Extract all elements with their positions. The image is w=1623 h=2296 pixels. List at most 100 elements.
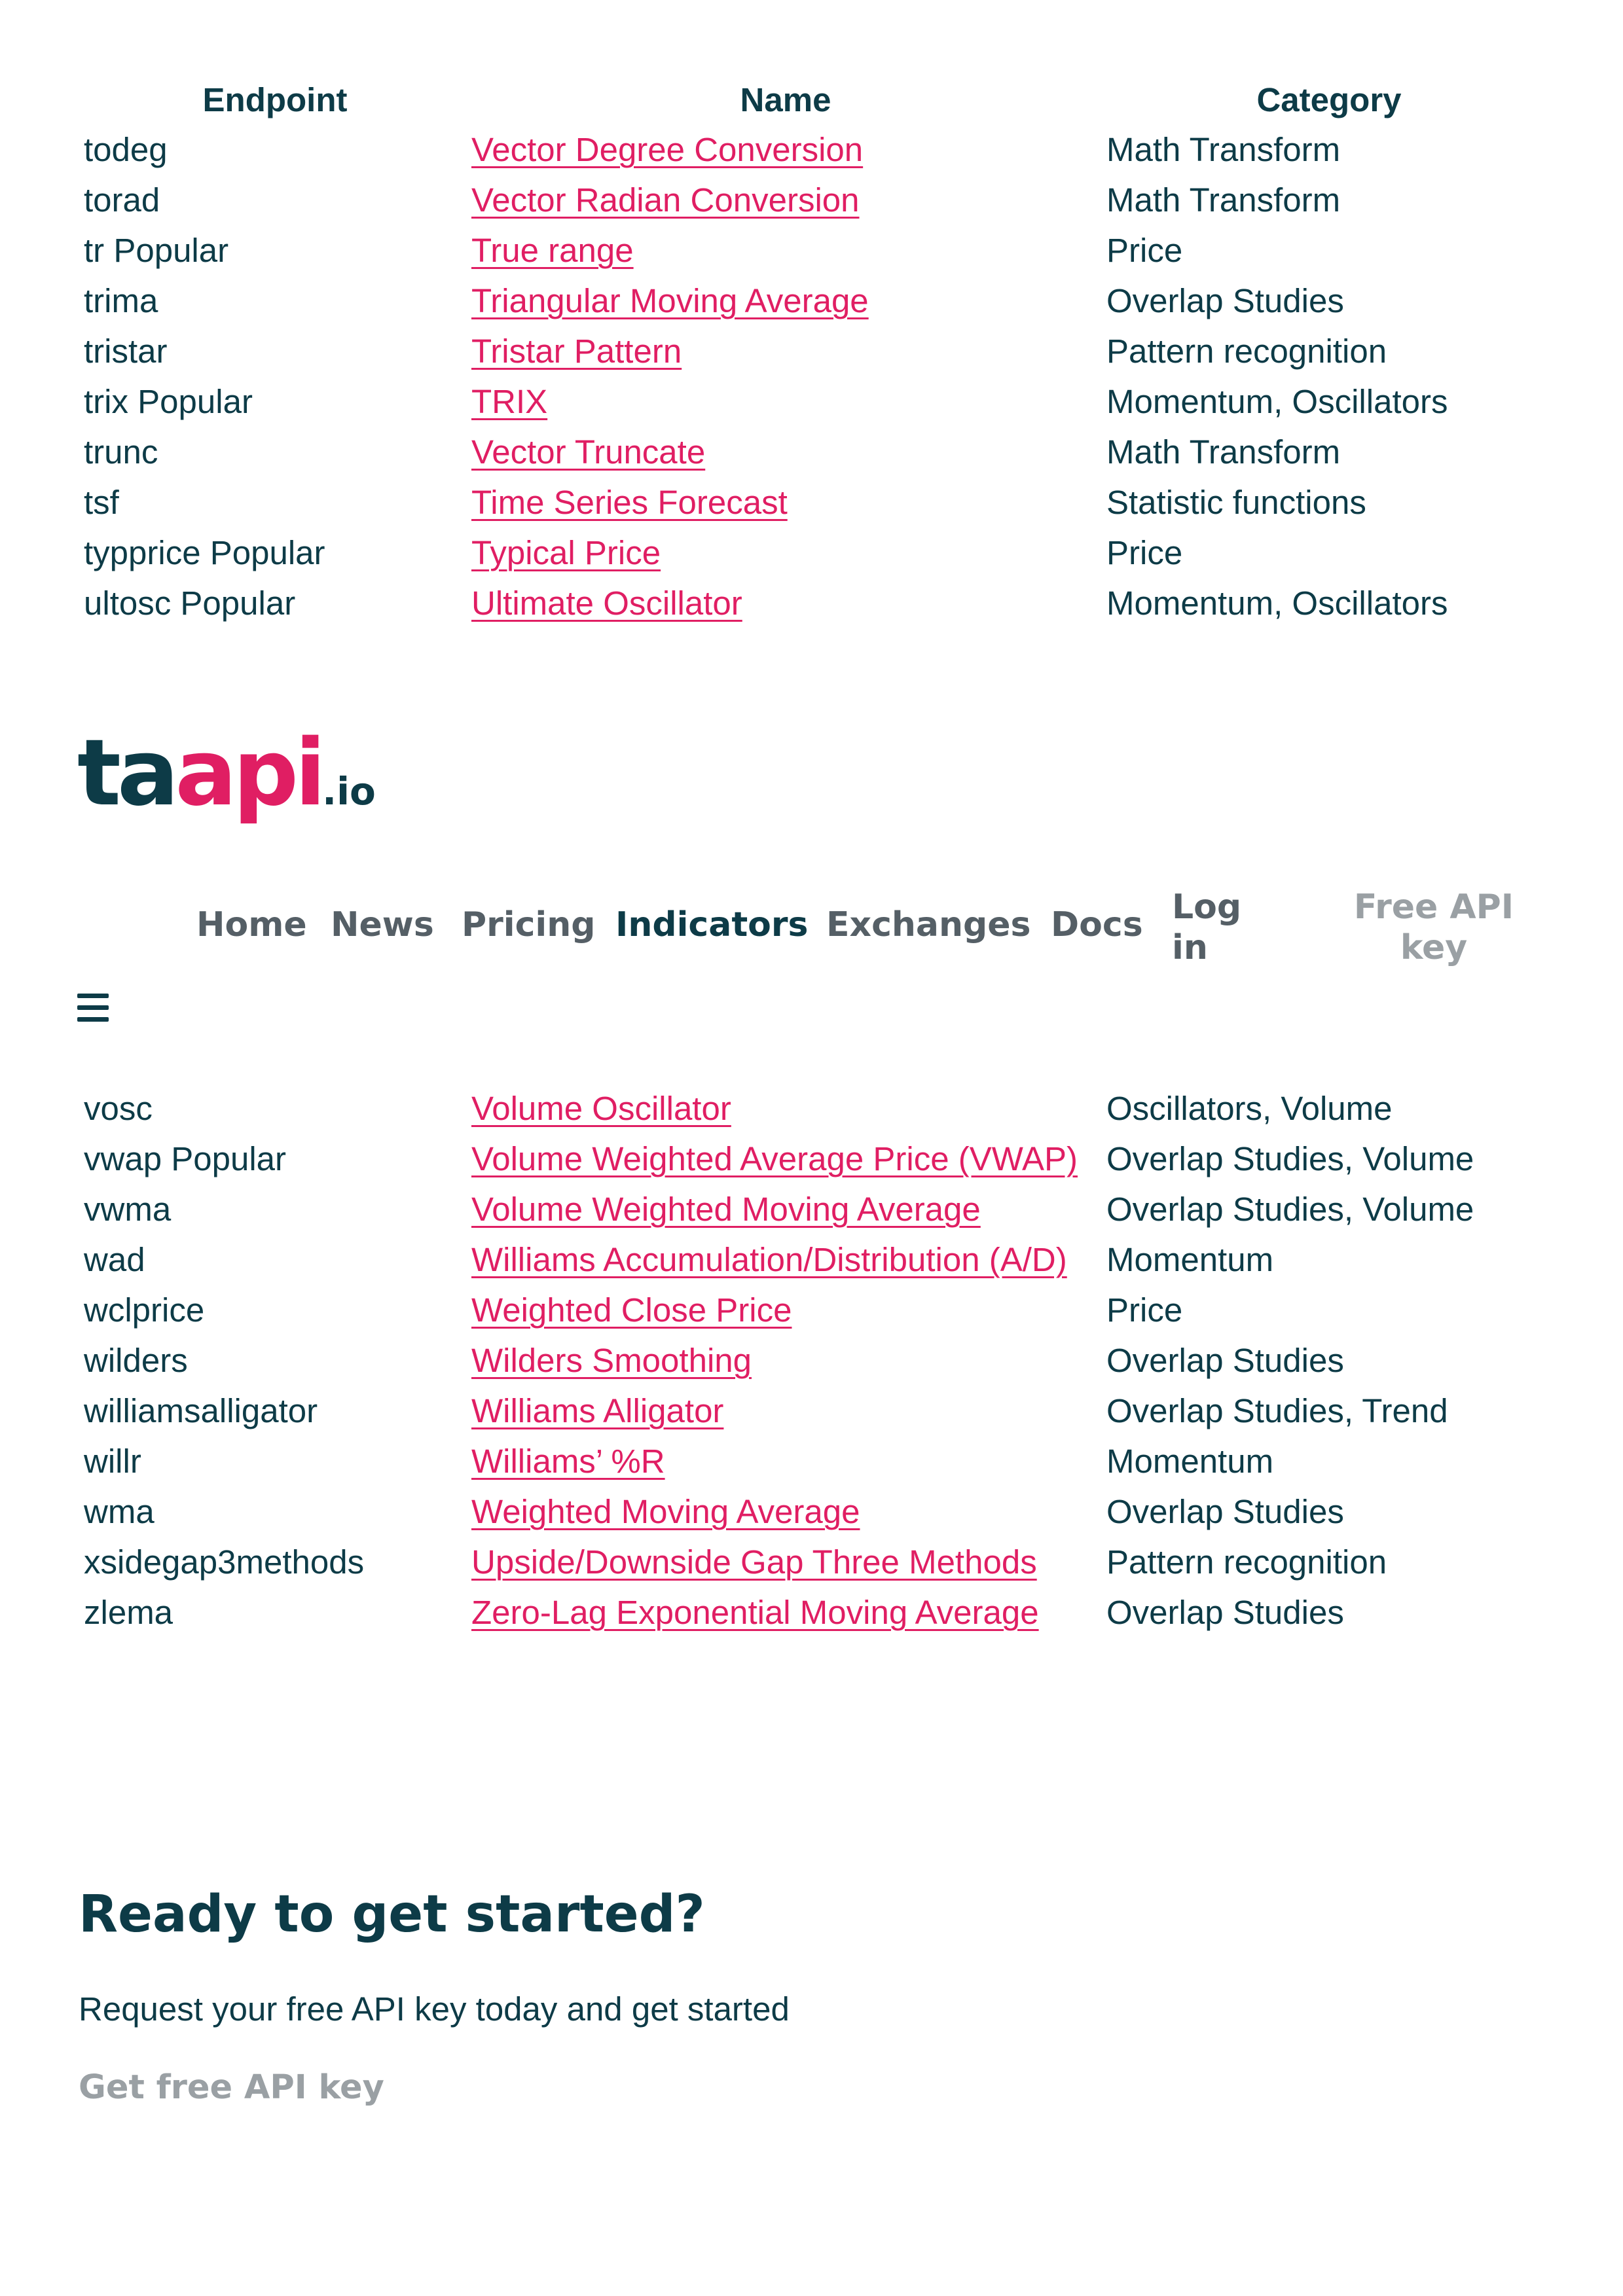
category-cell: Math Transform	[1106, 433, 1341, 471]
name-cell: Triangular Moving Average	[471, 276, 869, 326]
category-cell: Pattern recognition	[1106, 332, 1387, 370]
indicator-name-link[interactable]: Weighted Moving Average	[471, 1493, 860, 1530]
indicator-name-link[interactable]: Typical Price	[471, 534, 661, 571]
name-cell: Weighted Close Price	[471, 1285, 792, 1335]
category-cell: Pattern recognition	[1106, 1543, 1387, 1581]
table-row: tr Popular True range Price	[0, 225, 1623, 276]
indicator-name-link[interactable]: Vector Radian Conversion	[471, 181, 860, 219]
table-row: willr Williams’ %R Momentum	[0, 1436, 1623, 1486]
indicator-name-link[interactable]: Ultimate Oscillator	[471, 584, 742, 622]
name-cell: Williams Accumulation/Distribution (A/D)	[471, 1234, 1067, 1285]
name-cell: Zero-Lag Exponential Moving Average	[471, 1587, 1039, 1638]
indicator-name-link[interactable]: Williams’ %R	[471, 1443, 665, 1480]
nav-indicators[interactable]: Indicators	[615, 905, 809, 945]
endpoint-cell: tr Popular	[84, 232, 229, 269]
indicator-name-link[interactable]: Upside/Downside Gap Three Methods	[471, 1543, 1037, 1581]
nav-login-line2: in	[1172, 928, 1208, 967]
table-row: wilders Wilders Smoothing Overlap Studies	[0, 1335, 1623, 1386]
table-header-endpoint: Endpoint	[202, 81, 348, 118]
endpoint-cell: zlema	[84, 1594, 173, 1631]
indicator-name-link[interactable]: Triangular Moving Average	[471, 282, 869, 319]
indicator-name-link[interactable]: True range	[471, 232, 634, 269]
category-cell: Price	[1106, 1291, 1183, 1329]
get-free-api-key-link[interactable]: Get free API key	[79, 2068, 384, 2107]
cta-title: Ready to get started?	[79, 1885, 705, 1944]
endpoint-cell: tsf	[84, 484, 119, 521]
table-row: typprice Popular Typical Price Price	[0, 528, 1623, 578]
indicator-name-link[interactable]: Volume Oscillator	[471, 1090, 731, 1127]
name-cell: Upside/Downside Gap Three Methods	[471, 1537, 1037, 1587]
indicator-name-link[interactable]: Vector Degree Conversion	[471, 131, 863, 168]
endpoint-cell: wad	[84, 1241, 145, 1278]
category-cell: Overlap Studies	[1106, 1594, 1344, 1631]
indicator-name-link[interactable]: Williams Alligator	[471, 1392, 723, 1429]
indicator-name-link[interactable]: TRIX	[471, 383, 547, 420]
nav-home[interactable]: Home	[196, 905, 307, 945]
table-row: torad Vector Radian Conversion Math Transf…	[0, 175, 1623, 225]
name-cell: Weighted Moving Average	[471, 1486, 860, 1537]
category-cell: Overlap Studies, Volume	[1106, 1140, 1474, 1177]
category-cell: Statistic functions	[1106, 484, 1366, 521]
nav-news[interactable]: News	[331, 905, 434, 945]
table-header-name: Name	[740, 81, 831, 118]
endpoint-cell: ultosc Popular	[84, 584, 296, 622]
indicator-name-link[interactable]: Williams Accumulation/Distribution (A/D)	[471, 1241, 1067, 1278]
category-cell: Oscillators, Volume	[1106, 1090, 1393, 1127]
table-row: tristar Tristar Pattern Pattern recognitio…	[0, 326, 1623, 376]
nav-login-line1: Log	[1172, 888, 1242, 927]
table-row: wma Weighted Moving Average Overlap Studie…	[0, 1486, 1623, 1537]
taapi-logo[interactable]: taapi.io	[77, 720, 376, 827]
table-row: vwap Popular Volume Weighted Average Pric…	[0, 1134, 1623, 1184]
nav-docs[interactable]: Docs	[1051, 905, 1143, 945]
category-cell: Price	[1106, 232, 1183, 269]
table-row: trunc Vector Truncate Math Transform	[0, 427, 1623, 477]
endpoint-cell: vwap Popular	[84, 1140, 287, 1177]
indicator-name-link[interactable]: Wilders Smoothing	[471, 1342, 752, 1379]
name-cell: Ultimate Oscillator	[471, 578, 742, 628]
endpoint-cell: willr	[84, 1443, 141, 1480]
name-cell: True range	[471, 225, 634, 276]
endpoint-cell: vosc	[84, 1090, 153, 1127]
table-row: tsf Time Series Forecast Statistic functio…	[0, 477, 1623, 528]
logo-text-ta: ta	[77, 720, 179, 827]
name-cell: Williams Alligator	[471, 1386, 723, 1436]
nav-pricing[interactable]: Pricing	[462, 905, 595, 945]
indicator-name-link[interactable]: Tristar Pattern	[471, 332, 682, 370]
table-row: vosc Volume Oscillator Oscillators, Volume	[0, 1083, 1623, 1134]
name-cell: Time Series Forecast	[471, 477, 788, 528]
nav-free-api-key[interactable]: Free API key	[1349, 887, 1519, 968]
endpoint-cell: vwma	[84, 1191, 172, 1228]
indicator-name-link[interactable]: Time Series Forecast	[471, 484, 788, 521]
nav-free-api-key-line1: Free API	[1353, 888, 1514, 927]
name-cell: Typical Price	[471, 528, 661, 578]
nav-login[interactable]: Log in	[1172, 887, 1241, 968]
category-cell: Overlap Studies, Trend	[1106, 1392, 1448, 1429]
table-row: trix Popular TRIX Momentum, Oscillators	[0, 376, 1623, 427]
category-cell: Momentum, Oscillators	[1106, 383, 1448, 420]
table-row: ultosc Popular Ultimate Oscillator Momentu…	[0, 578, 1623, 628]
hamburger-menu-icon[interactable]	[77, 994, 109, 1022]
category-cell: Overlap Studies, Volume	[1106, 1191, 1474, 1228]
logo-text-api: api	[175, 720, 326, 827]
table-row: zlema Zero-Lag Exponential Moving Average…	[0, 1587, 1623, 1638]
endpoint-cell: todeg	[84, 131, 168, 168]
indicator-name-link[interactable]: Zero-Lag Exponential Moving Average	[471, 1594, 1039, 1631]
name-cell: Volume Weighted Moving Average	[471, 1184, 981, 1234]
indicator-name-link[interactable]: Volume Weighted Average Price (VWAP)	[471, 1140, 1078, 1177]
indicator-name-link[interactable]: Weighted Close Price	[471, 1291, 792, 1329]
name-cell: TRIX	[471, 376, 547, 427]
endpoint-cell: wilders	[84, 1342, 188, 1379]
name-cell: Williams’ %R	[471, 1436, 665, 1486]
category-cell: Price	[1106, 534, 1183, 571]
endpoint-cell: torad	[84, 181, 160, 219]
name-cell: Vector Degree Conversion	[471, 124, 863, 175]
category-cell: Momentum	[1106, 1443, 1274, 1480]
name-cell: Vector Radian Conversion	[471, 175, 860, 225]
indicator-name-link[interactable]: Vector Truncate	[471, 433, 705, 471]
logo-text-io: .io	[322, 769, 376, 814]
category-cell: Math Transform	[1106, 131, 1341, 168]
table-row: williamsalligator Williams Alligator Overl…	[0, 1386, 1623, 1436]
nav-free-api-key-line2: key	[1400, 928, 1468, 967]
nav-exchanges[interactable]: Exchanges	[826, 905, 1030, 945]
indicator-name-link[interactable]: Volume Weighted Moving Average	[471, 1191, 981, 1228]
